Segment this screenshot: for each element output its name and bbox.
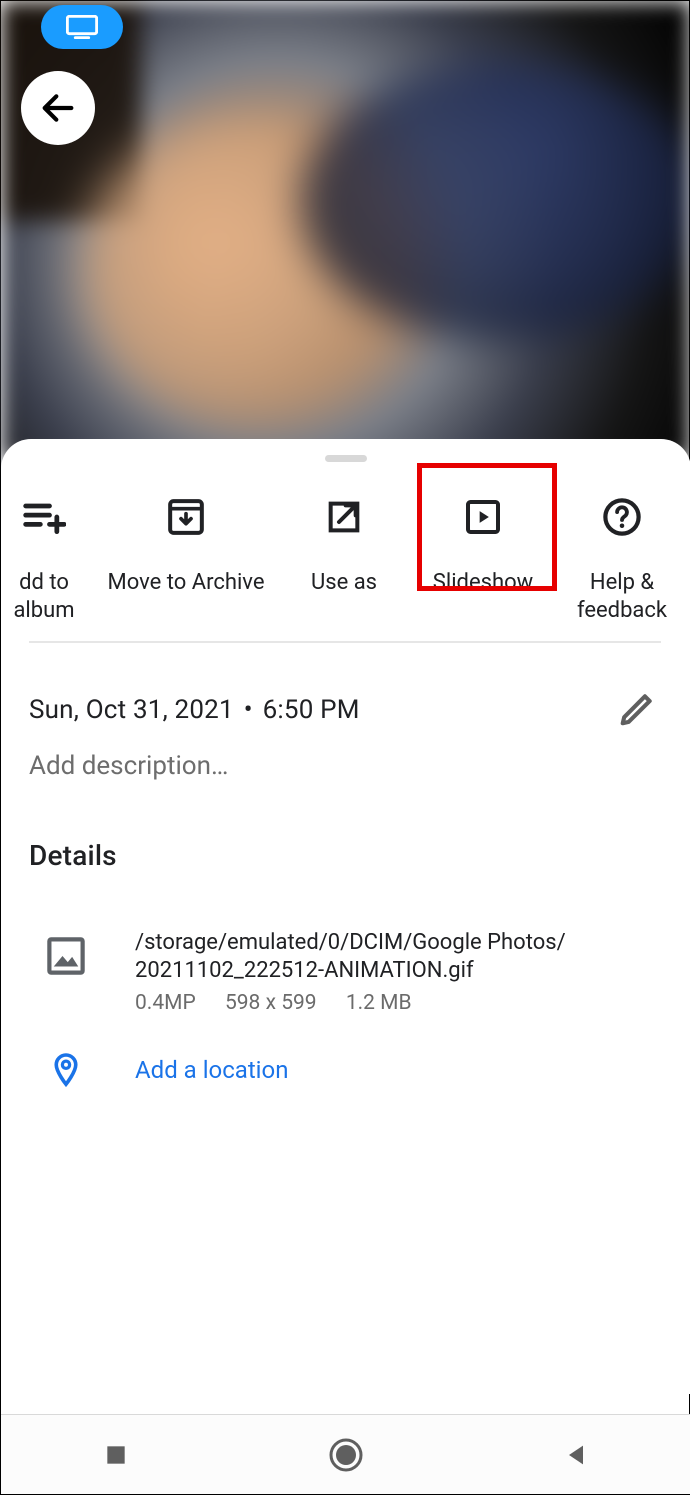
archive-icon [166, 497, 206, 537]
action-label: Move to Archive [108, 569, 265, 597]
pencil-icon [618, 690, 656, 728]
file-path-line2: 20211102_222512-ANIMATION.gif [135, 957, 566, 985]
add-location-button[interactable]: Add a location [45, 1049, 665, 1091]
location-pin-icon [48, 1052, 84, 1088]
circle-icon [326, 1435, 366, 1475]
file-size: 1.2 MB [346, 991, 412, 1015]
datetime-row: Sun, Oct 31, 2021 • 6:50 PM [29, 695, 661, 725]
edit-datetime-button[interactable] [615, 687, 659, 731]
cast-indicator [41, 5, 123, 49]
nav-back-button[interactable] [516, 1425, 636, 1485]
sheet-drag-handle[interactable] [325, 455, 367, 462]
square-icon [103, 1442, 129, 1468]
back-button[interactable] [21, 71, 95, 145]
action-label: dd to album [0, 569, 93, 625]
triangle-left-icon [562, 1441, 590, 1469]
image-icon [45, 935, 87, 977]
action-row: dd to album Move to Archive [1, 485, 690, 655]
file-megapixels: 0.4MP [135, 991, 196, 1015]
photo-preview[interactable] [1, 1, 690, 461]
action-add-to-album[interactable]: dd to album [0, 485, 93, 625]
file-dimensions: 598 x 599 [225, 991, 317, 1015]
info-sheet: dd to album Move to Archive [1, 439, 690, 1394]
action-help-feedback[interactable]: Help & feedback [557, 485, 687, 625]
file-details-row: /storage/emulated/0/DCIM/Google Photos/ … [45, 929, 665, 1015]
android-navbar [1, 1414, 690, 1494]
nav-recent-button[interactable] [56, 1425, 176, 1485]
action-slideshow[interactable]: Slideshow [409, 485, 557, 597]
photo-date: Sun, Oct 31, 2021 [29, 695, 234, 725]
dot-separator: • [244, 695, 253, 725]
description-input[interactable]: Add description… [29, 751, 228, 781]
file-meta: 0.4MP 598 x 599 1.2 MB [135, 991, 566, 1015]
file-path-line1: /storage/emulated/0/DCIM/Google Photos/ [135, 929, 566, 957]
help-icon [601, 496, 643, 538]
add-location-label: Add a location [135, 1056, 288, 1084]
photo-time: 6:50 PM [263, 695, 360, 725]
details-heading: Details [29, 839, 117, 872]
action-use-as[interactable]: Use as [279, 485, 409, 597]
action-label: Use as [311, 569, 377, 597]
nav-home-button[interactable] [286, 1425, 406, 1485]
action-label: Help & feedback [577, 569, 667, 625]
open-external-icon [324, 497, 364, 537]
divider [29, 641, 661, 643]
action-move-to-archive[interactable]: Move to Archive [93, 485, 279, 597]
arrow-left-icon [38, 88, 78, 128]
action-label: Slideshow [433, 569, 533, 597]
playlist-add-icon [22, 495, 66, 539]
screen-icon [66, 15, 98, 39]
slideshow-icon [463, 497, 503, 537]
